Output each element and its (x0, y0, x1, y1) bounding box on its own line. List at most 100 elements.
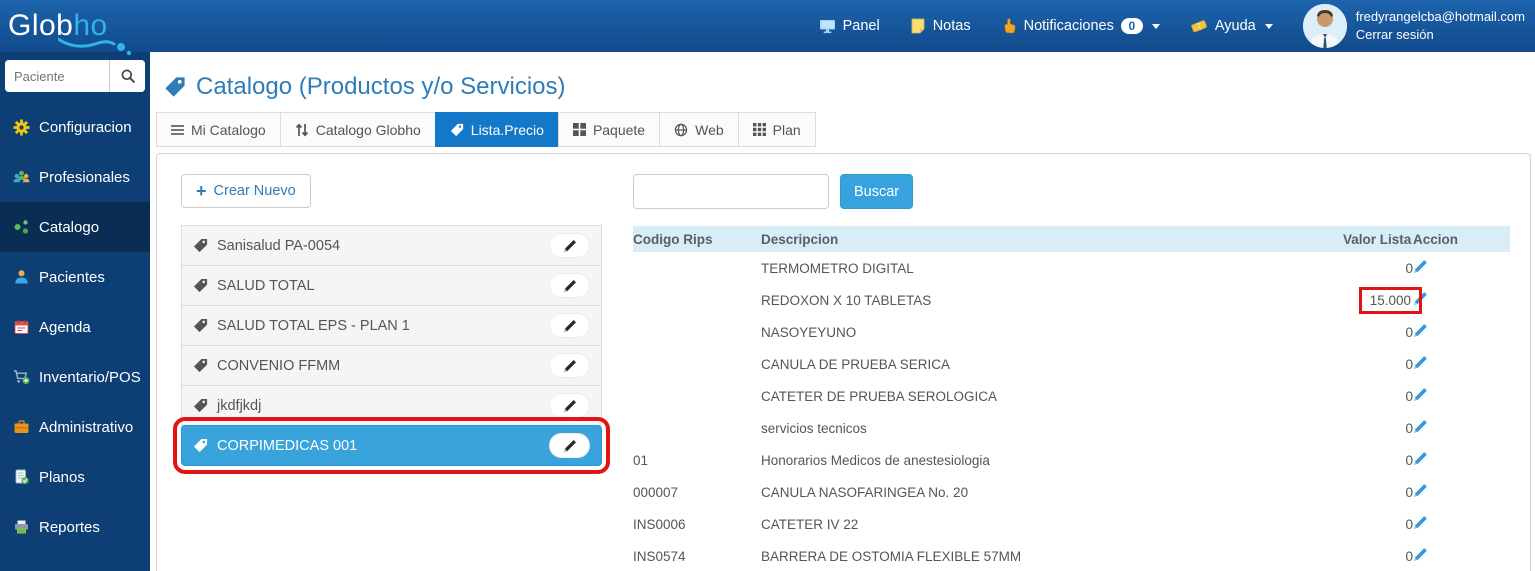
notifications-icon (1004, 18, 1015, 34)
sidebar-item-profesionales[interactable]: Profesionales (0, 152, 150, 202)
pencil-icon (563, 359, 576, 372)
product-description: servicios tecnicos (761, 420, 867, 436)
tab-mi-catalogo[interactable]: Mi Catalogo (156, 112, 281, 147)
edit-pricelist-button[interactable] (549, 233, 590, 258)
product-code (633, 380, 761, 412)
cart-icon (13, 370, 30, 384)
user-email[interactable]: fredyrangelcba@hotmail.com (1356, 8, 1525, 26)
patient-search-button[interactable] (109, 60, 145, 92)
product-code: 000007 (633, 484, 679, 500)
pricelist-item[interactable]: SALUD TOTAL EPS - PLAN 1 (181, 305, 602, 346)
edit-pricelist-button[interactable] (549, 393, 590, 418)
sidebar-item-agenda[interactable]: Agenda (0, 302, 150, 352)
tab-plan[interactable]: Plan (737, 112, 816, 147)
nav-panel[interactable]: Panel (819, 18, 880, 34)
product-row: CANULA DE PRUEBA SERICA 0 (633, 348, 1510, 380)
sidebar-item-pacientes[interactable]: Pacientes (0, 252, 150, 302)
catalog-tabs: Mi Catalogo Catalogo Globho Lista.Precio… (156, 112, 1535, 147)
tab-catalogo-globho[interactable]: Catalogo Globho (279, 112, 436, 147)
product-value: 0 (1343, 444, 1413, 476)
pricelist-item-label: SALUD TOTAL EPS - PLAN 1 (217, 317, 410, 334)
pricelist-item-label: SALUD TOTAL (217, 277, 315, 294)
edit-product-button[interactable] (1413, 419, 1428, 434)
sidebar-item-catalogo[interactable]: Catalogo (0, 202, 150, 252)
product-value: 0 (1343, 476, 1413, 508)
sidebar-item-reportes[interactable]: Reportes (0, 502, 150, 552)
pricelist-item[interactable]: CONVENIO FFMM (181, 345, 602, 386)
catalog-dots-icon (14, 220, 29, 234)
sidebar-item-configuracion[interactable]: Configuracion (0, 102, 150, 152)
tag-icon (193, 278, 208, 293)
product-code (633, 252, 761, 284)
value-text: 0 (1405, 260, 1413, 276)
create-new-button[interactable]: + Crear Nuevo (181, 174, 311, 208)
sidebar-item-inventario-pos[interactable]: Inventario/POS (0, 352, 150, 402)
product-description: CATETER IV 22 (761, 516, 859, 532)
sidebar-item-label: Pacientes (39, 268, 105, 286)
top-navbar: Globho Panel Notas Notificaciones 0 Ayud… (0, 0, 1535, 56)
tag-icon (450, 123, 463, 136)
edit-pricelist-button[interactable] (549, 353, 590, 378)
product-description: REDOXON X 10 TABLETAS (761, 292, 932, 308)
product-search-input[interactable] (633, 174, 829, 209)
pricelist-item[interactable]: jkdfjkdj (181, 385, 602, 426)
pencil-icon (1414, 356, 1427, 369)
tab-lista-precio[interactable]: Lista.Precio (434, 112, 559, 147)
patient-search-group (5, 60, 145, 92)
edit-product-button[interactable] (1413, 547, 1428, 562)
nav-ayuda[interactable]: Ayuda (1190, 18, 1273, 34)
avatar[interactable] (1302, 4, 1347, 48)
briefcase-icon (14, 420, 29, 433)
pencil-icon (1414, 420, 1427, 433)
edit-product-button[interactable] (1413, 323, 1428, 338)
logo-swoosh-icon (58, 37, 132, 56)
product-value: 0 (1343, 540, 1413, 571)
user-menu[interactable]: fredyrangelcba@hotmail.com Cerrar sesión (1302, 4, 1525, 48)
edit-pricelist-button[interactable] (549, 313, 590, 338)
edit-product-button[interactable] (1413, 483, 1428, 498)
edit-pricelist-button[interactable] (549, 433, 590, 458)
pricelist-item-label: jkdfjkdj (217, 397, 262, 414)
tag-icon (193, 438, 208, 453)
pencil-icon (1414, 388, 1427, 401)
value-text: 0 (1405, 356, 1413, 372)
value-text: 15.000 (1358, 286, 1422, 314)
tab-paquete[interactable]: Paquete (557, 112, 661, 147)
edit-product-button[interactable] (1413, 451, 1428, 466)
patient-search-input[interactable] (5, 60, 109, 92)
edit-product-button[interactable] (1413, 259, 1428, 274)
value-text: 0 (1405, 484, 1413, 500)
product-row: CATETER DE PRUEBA SEROLOGICA 0 (633, 380, 1510, 412)
nav-ayuda-label: Ayuda (1214, 18, 1256, 34)
nav-notas[interactable]: Notas (910, 18, 971, 34)
logout-link[interactable]: Cerrar sesión (1356, 26, 1525, 44)
blocks-icon (572, 123, 586, 136)
product-description: TERMOMETRO DIGITAL (761, 260, 914, 276)
nav-panel-label: Panel (842, 18, 880, 34)
note-icon (911, 18, 925, 34)
buscar-button[interactable]: Buscar (840, 174, 914, 209)
edit-product-button[interactable] (1413, 515, 1428, 530)
globe-icon (674, 123, 688, 136)
sidebar-item-administrativo[interactable]: Administrativo (0, 402, 150, 452)
nav-notificaciones[interactable]: Notificaciones 0 (1001, 18, 1160, 34)
product-code (633, 284, 761, 316)
edit-product-button[interactable] (1413, 387, 1428, 402)
people-group-icon (13, 170, 30, 183)
pricelist-item[interactable]: SALUD TOTAL (181, 265, 602, 306)
tab-web[interactable]: Web (659, 112, 739, 147)
pencil-icon (563, 399, 576, 412)
pencil-icon (563, 279, 576, 292)
edit-pricelist-button[interactable] (549, 273, 590, 298)
app-logo[interactable]: Globho (0, 9, 160, 56)
product-code (633, 348, 761, 380)
sidebar-item-label: Catalogo (39, 218, 100, 236)
pricelist-item[interactable]: Sanisalud PA-0054 (181, 225, 602, 266)
sidebar-item-label: Profesionales (39, 168, 130, 186)
sidebar-item-label: Configuracion (39, 118, 132, 136)
pricelist-item[interactable]: CORPIMEDICAS 001 (173, 417, 610, 474)
col-descripcion: Descripcion (761, 226, 1343, 252)
edit-product-button[interactable] (1413, 355, 1428, 370)
pricelist-item-label: CORPIMEDICAS 001 (217, 437, 358, 454)
sidebar-item-planos[interactable]: Planos (0, 452, 150, 502)
